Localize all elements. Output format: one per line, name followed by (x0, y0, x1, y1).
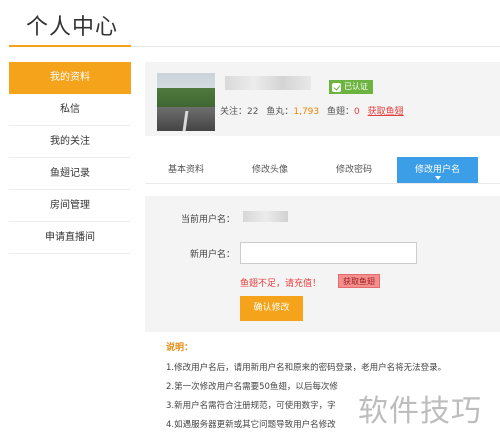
follow-count: 22 (247, 107, 259, 117)
instructions-title: 说明： (166, 343, 194, 353)
profile-stats: 关注：22 鱼丸：1,793 鱼翅：0 获取鱼翅 (220, 104, 404, 117)
fishball-label: 鱼丸： (266, 107, 294, 117)
tab-basic-info[interactable]: 基本资料 (151, 157, 221, 183)
fishfin-label: 鱼翅： (327, 107, 355, 117)
sidebar-item-my-profile[interactable]: 我的资料 (9, 62, 131, 94)
fishball-count: 1,793 (293, 107, 320, 117)
title-divider (131, 46, 500, 47)
sidebar: 我的资料 私信 我的关注 鱼翅记录 房间管理 申请直播间 (9, 62, 131, 254)
verified-label: 已认证 (344, 82, 368, 91)
username-blurred (225, 76, 311, 90)
tab-change-avatar[interactable]: 修改头像 (235, 157, 305, 183)
new-username-label: 新用户名： (189, 250, 235, 260)
sidebar-item-room-management[interactable]: 房间管理 (9, 190, 131, 222)
follow-label: 关注： (220, 107, 248, 117)
caret-down-icon (434, 176, 441, 180)
tab-divider (145, 183, 500, 184)
insufficient-fishfin-warning: 鱼翅不足，请充值！ (240, 279, 322, 289)
avatar[interactable] (157, 73, 215, 131)
verified-icon (332, 82, 341, 92)
change-username-form: 当前用户名： 新用户名： 鱼翅不足，请充值！ 获取鱼翅 确认修改 (145, 196, 500, 332)
get-fishfin-button[interactable]: 获取鱼翅 (338, 274, 380, 288)
new-username-input[interactable] (240, 242, 417, 264)
watermark: 软件技巧 (358, 394, 482, 429)
current-username-label: 当前用户名： (180, 215, 235, 225)
fishfin-count: 0 (354, 107, 360, 117)
tab-change-username-label: 修改用户名 (414, 165, 460, 175)
sidebar-item-fishfin-records[interactable]: 鱼翅记录 (9, 158, 131, 190)
sidebar-item-apply-live-room[interactable]: 申请直播间 (9, 222, 131, 254)
title-underline (9, 45, 131, 47)
sidebar-item-following[interactable]: 我的关注 (9, 126, 131, 158)
get-fishfin-link[interactable]: 获取鱼翅 (368, 107, 404, 117)
page-title: 个人中心 (26, 15, 119, 40)
tab-change-password[interactable]: 修改密码 (319, 157, 389, 183)
confirm-change-button[interactable]: 确认修改 (240, 296, 303, 321)
profile-card: 已认证 关注：22 鱼丸：1,793 鱼翅：0 获取鱼翅 (145, 62, 500, 136)
settings-tabs: 基本资料 修改头像 修改密码 修改用户名 (145, 157, 500, 183)
sidebar-item-messages[interactable]: 私信 (9, 94, 131, 126)
current-username-blurred (243, 211, 288, 222)
tab-change-username[interactable]: 修改用户名 (397, 157, 478, 183)
verified-badge: 已认证 (329, 80, 373, 94)
